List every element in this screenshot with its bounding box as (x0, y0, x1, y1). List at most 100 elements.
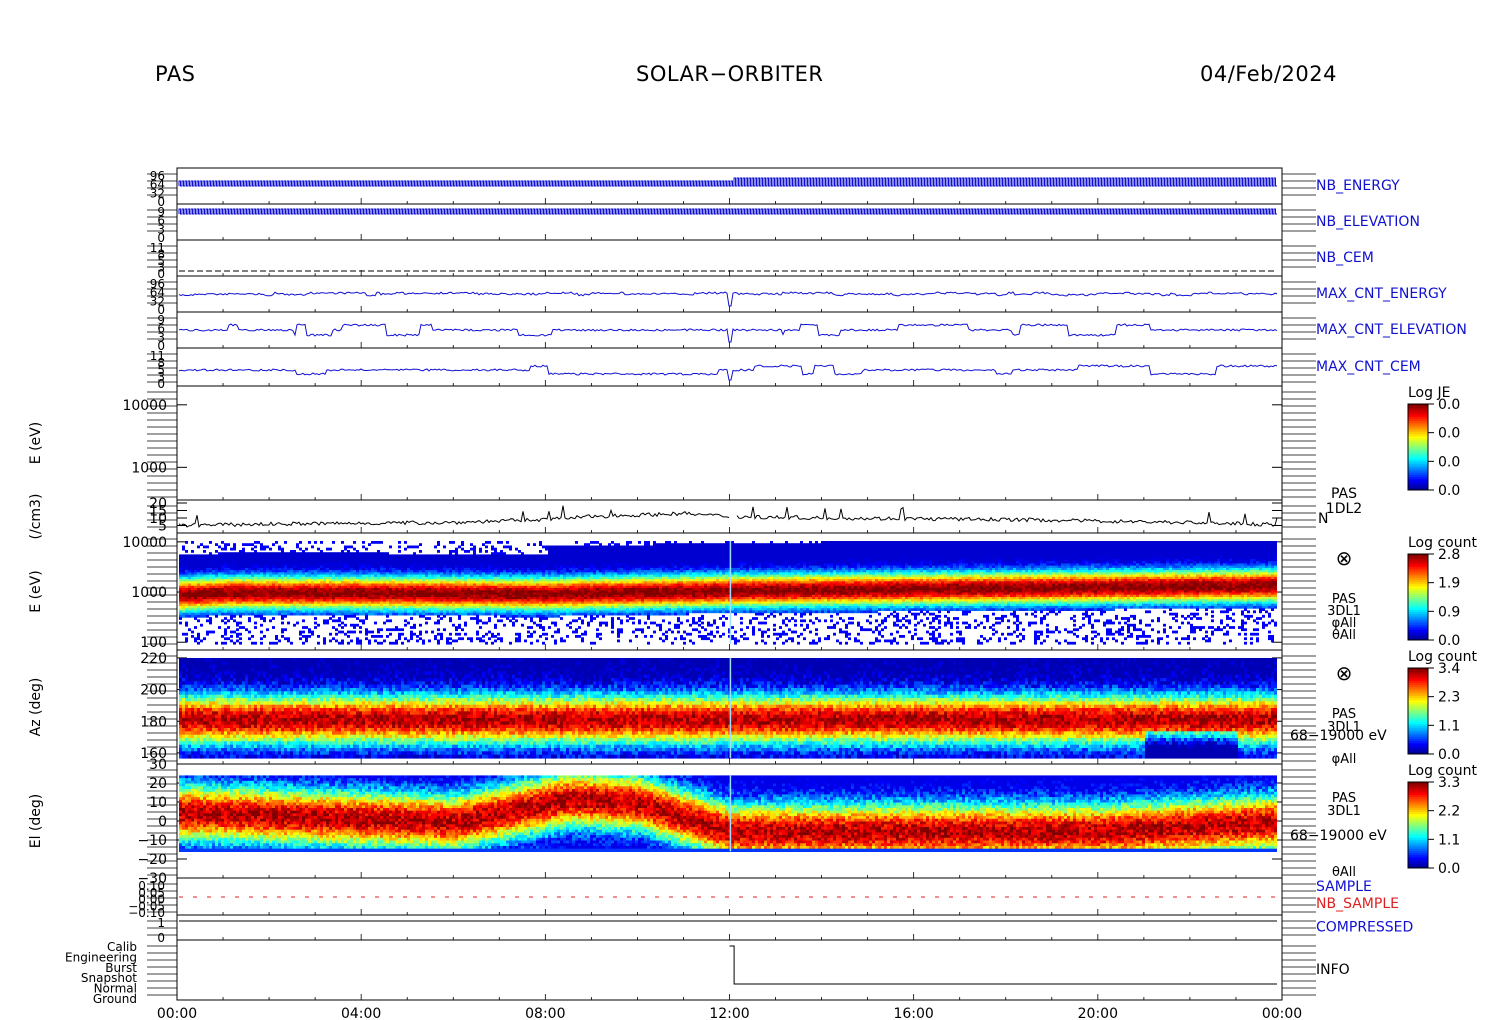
spectrogram-cell (242, 626, 245, 629)
spectrogram-cell (224, 622, 227, 625)
spectrogram-cell (230, 631, 233, 634)
y-axis-label-energy_count: E (eV) (28, 570, 44, 612)
series-max_cnt_elevation (179, 324, 1277, 342)
spectrogram-cell (260, 624, 263, 627)
spectrogram-cell (191, 615, 194, 618)
spectrogram-cell (260, 637, 263, 640)
x-tick-label: 16:00 (893, 1006, 933, 1020)
spectrogram-cell (236, 624, 239, 627)
spectrogram-cell (245, 613, 248, 616)
spectrogram-cell (188, 628, 191, 631)
spectrogram-cell (197, 546, 200, 549)
x-tick-label: 20:00 (1078, 1006, 1118, 1020)
spectrogram-cell (266, 613, 269, 616)
panel-frame-info (177, 940, 1282, 1000)
spectrogram-cell (209, 541, 212, 544)
spectrogram-cell (260, 631, 263, 634)
spectrogram-cell (248, 543, 251, 546)
spectrogram-cell (191, 631, 194, 634)
spectrogram-cell (272, 543, 275, 546)
spectrogram-cell (239, 622, 242, 625)
x-tick-label: 00:00 (157, 1006, 197, 1020)
panel-label-nb_cem: NB_CEM (1316, 250, 1374, 266)
spectrogram-cell (266, 546, 269, 549)
series-nb_elevation (179, 209, 1277, 214)
x-tick-label: 12:00 (709, 1006, 749, 1020)
spectrogram-cell (251, 613, 254, 616)
y-tick-label-energy_count: 100 (140, 635, 167, 651)
spectrogram-cell (254, 622, 257, 625)
spectrogram-cell (278, 613, 281, 616)
spectrogram-cell (251, 548, 254, 551)
spectrogram-cell (191, 635, 194, 638)
panel-label-max_cnt_elevation: MAX_CNT_ELEVATION (1316, 322, 1467, 338)
spectrogram-cell (200, 615, 203, 618)
spectrogram-cell (206, 619, 209, 622)
spectrogram-cell (203, 550, 206, 553)
spectrogram-cell (227, 613, 230, 616)
spectrogram-energy_count (179, 541, 1277, 645)
spectrogram-cell (266, 628, 269, 631)
spectrogram-cell (206, 615, 209, 618)
y-tick-label-density: 20 (149, 496, 167, 512)
y-tick-label-energy_je: 10000 (122, 398, 167, 414)
spectrogram-cell (206, 546, 209, 549)
spectrogram-cell (221, 613, 224, 616)
series-density (179, 506, 1277, 527)
spectrogram-cell (182, 615, 185, 618)
series-nb_energy (179, 178, 1277, 186)
spectrogram-cell (281, 617, 284, 620)
spectrogram-cell (257, 615, 260, 618)
spectrogram-cell (227, 619, 230, 622)
spectrogram-cell (218, 613, 221, 616)
spectrogram-cell (227, 626, 230, 629)
spectrogram-cell (254, 541, 257, 544)
spectrogram-cell (257, 541, 260, 544)
spectrogram-cell (200, 640, 203, 643)
spectrogram-cell (269, 548, 272, 551)
spectrogram-cell (230, 617, 233, 620)
spectrogram-cell (263, 619, 266, 622)
spectrogram-cell (233, 548, 236, 551)
spectrogram-cell (203, 615, 206, 618)
spectrogram-cell (194, 640, 197, 643)
spectrogram-cell (197, 642, 200, 645)
spectrogram-cell (191, 541, 194, 544)
y-tick-label-energy_je: 1000 (131, 460, 167, 476)
spectrogram-cell (236, 640, 239, 643)
spectrogram-cell (239, 633, 242, 636)
y-tick-label-energy_count: 1000 (131, 585, 167, 601)
spectrogram-cell (185, 550, 188, 553)
side-label-density: 1DL2 (1326, 501, 1362, 517)
y-axis-label-density: (/cm3) (28, 494, 44, 540)
spectrogram-cell (203, 637, 206, 640)
spectrogram-cell (233, 642, 236, 645)
spectrogram-cell (254, 626, 257, 629)
spectrogram-cell (215, 543, 218, 546)
spectrogram-cell (185, 541, 188, 544)
spectrogram-cell (233, 631, 236, 634)
spectrogram-cell (230, 640, 233, 643)
spectrogram-cell (239, 637, 242, 640)
spectrogram-cell (239, 642, 242, 645)
spectrogram-cell (224, 548, 227, 551)
spectrogram-cell (206, 633, 209, 636)
panel-label-nb_energy: NB_ENERGY (1316, 178, 1400, 194)
spectrogram-cell (185, 615, 188, 618)
spectrogram-cell (275, 637, 278, 640)
spectrogram-cell (185, 633, 188, 636)
spectrogram-cell (275, 613, 278, 616)
spectrogram-cell (197, 615, 200, 618)
spectrogram-cell (263, 635, 266, 638)
spectrogram-cell (248, 613, 251, 616)
spectrogram-cell (263, 548, 266, 551)
spectrogram-cell (254, 615, 257, 618)
spectrogram-cell (281, 631, 284, 634)
spectrogram-cell (215, 642, 218, 645)
spectrogram-cell (281, 635, 284, 638)
spectrogram-cell (194, 617, 197, 620)
spectrogram-cell (221, 619, 224, 622)
y-axis-label-energy_je: E (eV) (28, 422, 44, 464)
spectrogram-cell (218, 546, 221, 549)
spectrogram-cell (233, 615, 236, 618)
